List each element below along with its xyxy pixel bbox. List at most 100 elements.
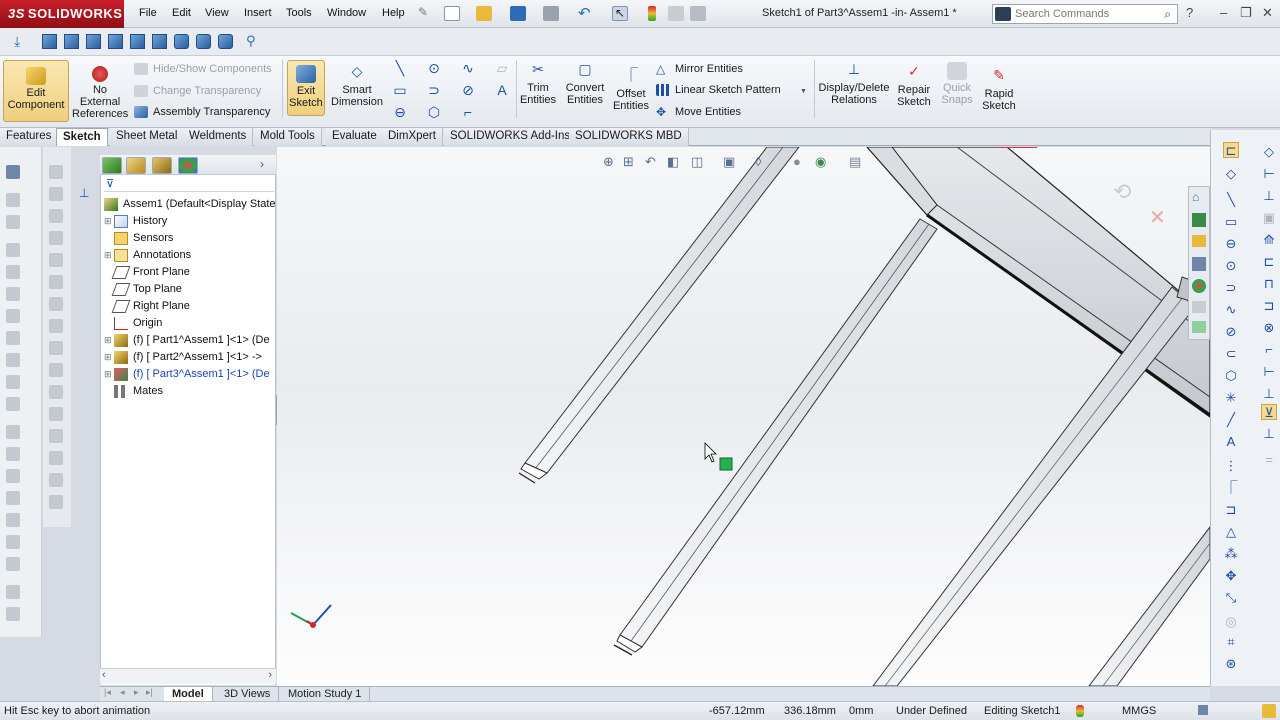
view-settings-icon[interactable]: ▤ <box>849 154 861 170</box>
pin-icon[interactable]: ✎ <box>418 5 434 20</box>
polygon-icon[interactable]: ⬡ <box>426 105 442 119</box>
tool-icon[interactable] <box>6 265 20 279</box>
solidworks-logo[interactable]: 3S SOLIDWORKS <box>0 0 124 28</box>
last-tab-icon[interactable]: ▸| <box>146 687 153 698</box>
menu-insert[interactable]: Insert <box>244 7 272 19</box>
coincident-icon[interactable]: ⌐ <box>1261 342 1277 358</box>
tree-item[interactable]: ⊞ History <box>104 213 167 230</box>
tool-icon[interactable] <box>49 275 63 289</box>
plane-sketch-icon[interactable]: ▱ <box>494 61 510 75</box>
polygon-icon[interactable]: ⬡ <box>1223 368 1239 384</box>
equals-icon[interactable]: = <box>1261 452 1277 468</box>
display-style-icon[interactable]: ▣ <box>723 154 735 170</box>
viewport-tile-icon[interactable]: ⊞ <box>1123 147 1133 149</box>
display-manager-tab-icon[interactable] <box>178 157 198 174</box>
line-icon[interactable]: ╲ <box>392 61 408 75</box>
rectangle-icon[interactable]: ▭ <box>392 83 408 97</box>
tool-icon[interactable] <box>6 353 20 367</box>
tab-dimxpert[interactable]: DimXpert <box>382 128 443 146</box>
view-right-icon[interactable] <box>108 34 123 49</box>
ellipse-icon[interactable]: ⊘ <box>460 83 476 97</box>
restore-icon[interactable]: ❐ <box>1240 5 1252 21</box>
view-top-icon[interactable] <box>130 34 145 49</box>
menu-window[interactable]: Window <box>327 7 366 19</box>
tab-sketch[interactable]: Sketch <box>56 128 108 146</box>
select-icon[interactable]: ↖ <box>612 6 628 21</box>
display-delete-relations-button[interactable]: ⊥ Display/Delete Relations <box>818 62 890 112</box>
move-icon[interactable]: ✥ <box>1223 568 1239 584</box>
select-tool-icon[interactable] <box>6 165 20 179</box>
tool-icon[interactable] <box>49 385 63 399</box>
scene-icon[interactable]: ◉ <box>815 154 826 170</box>
tool-icon[interactable] <box>6 331 20 345</box>
path-icon[interactable]: ⊓ <box>1261 276 1277 292</box>
tree-item[interactable]: Front Plane <box>104 264 190 281</box>
link-view-icon[interactable]: ⚲ <box>246 33 256 49</box>
tool-icon[interactable] <box>6 243 20 257</box>
feature-manager-tab-icon[interactable] <box>102 157 122 174</box>
tab-solidworks-mbd[interactable]: SOLIDWORKS MBD <box>569 128 689 146</box>
view-orientation-icon[interactable]: ◫ <box>691 154 703 170</box>
custom-properties-icon[interactable] <box>1192 301 1206 313</box>
filter-icon[interactable]: ⊽ <box>106 177 114 190</box>
tree-item[interactable]: Mates <box>104 383 163 400</box>
zoom-to-area-icon[interactable]: ⊞ <box>623 154 634 170</box>
tool-icon[interactable] <box>6 215 20 229</box>
chamfer-dim-icon[interactable]: ⊏ <box>1261 254 1277 270</box>
tree-item[interactable]: ⊞ (f) [ Part2^Assem1 ]<1> -> <box>104 349 262 366</box>
view-isometric-icon[interactable] <box>174 34 189 49</box>
edit-component-button[interactable]: Edit Component <box>3 60 69 122</box>
move-entities-button[interactable]: ✥ Move Entities <box>656 104 741 120</box>
horizontal-dimension-icon[interactable]: ⊢ <box>1261 166 1277 182</box>
tool-icon[interactable] <box>49 495 63 509</box>
quick-snap-icon[interactable]: ⊛ <box>1223 656 1239 672</box>
tool-icon[interactable] <box>6 375 20 389</box>
quick-tips-icon[interactable] <box>1198 705 1208 715</box>
tree-horizontal-scrollbar[interactable]: ‹ › <box>100 668 276 684</box>
help-question-icon[interactable]: ? <box>1186 5 1193 20</box>
rebuild-status-icon[interactable] <box>1076 705 1084 717</box>
notification-icon[interactable] <box>1262 704 1276 718</box>
tool-icon[interactable] <box>6 287 20 301</box>
open-folder-icon[interactable] <box>476 6 492 21</box>
tool-icon[interactable] <box>6 513 20 527</box>
linear-sketch-pattern-button[interactable]: Linear Sketch Pattern <box>656 82 781 98</box>
search-icon[interactable]: ⌕ <box>1164 7 1171 22</box>
tool-icon[interactable] <box>49 165 63 179</box>
convert-icon[interactable]: ⊐ <box>1223 502 1239 518</box>
mirror-entities-button[interactable]: △ Mirror Entities <box>656 61 743 77</box>
expand-icon[interactable]: ⊞ <box>104 332 114 349</box>
tree-root-assembly[interactable]: Assem1 (Default<Display State <box>104 196 276 213</box>
tool-icon[interactable] <box>6 607 20 621</box>
view-front-icon[interactable] <box>42 34 57 49</box>
tab-motion-study-1[interactable]: Motion Study 1 <box>280 687 371 702</box>
point-icon[interactable]: ✳ <box>1223 390 1239 406</box>
tool-icon[interactable] <box>49 297 63 311</box>
tool-icon[interactable] <box>49 473 63 487</box>
no-external-references-button[interactable]: No External References <box>72 66 128 124</box>
tree-item[interactable]: ⊞ Annotations <box>104 247 191 264</box>
confirm-sketch-icon[interactable]: ⟲ <box>1113 179 1131 205</box>
chevron-down-icon[interactable]: ▼ <box>800 88 807 95</box>
tool-icon[interactable] <box>6 425 20 439</box>
tab-mold-tools[interactable]: Mold Tools <box>254 128 322 146</box>
circle-icon[interactable]: ⊙ <box>1223 258 1239 274</box>
unit-system[interactable]: MMGS <box>1122 705 1156 717</box>
angular-icon[interactable]: ⟰ <box>1261 232 1277 248</box>
undo-icon[interactable]: ↶ <box>578 4 594 22</box>
expand-icon[interactable]: ⊞ <box>104 213 114 230</box>
forum-icon[interactable] <box>1192 321 1206 333</box>
quick-snaps-button[interactable]: Quick Snaps <box>938 62 976 112</box>
tree-filter[interactable]: ⊽ <box>104 178 274 192</box>
tool-icon[interactable] <box>49 253 63 267</box>
tab-features[interactable]: Features <box>0 128 59 146</box>
sketch-picture-icon[interactable]: ⌗ <box>1223 634 1239 650</box>
tab-model[interactable]: Model <box>164 687 213 702</box>
exit-sketch-button[interactable]: Exit Sketch <box>287 60 325 116</box>
tool-icon[interactable] <box>6 535 20 549</box>
tree-item[interactable]: Origin <box>104 315 162 332</box>
smart-dimension-button[interactable]: ◇ Smart Dimension <box>330 64 384 114</box>
center-rectangle-icon[interactable]: ⊙ <box>426 61 442 75</box>
next-tab-icon[interactable]: ▸ <box>134 687 139 698</box>
options-icon[interactable] <box>690 6 706 21</box>
